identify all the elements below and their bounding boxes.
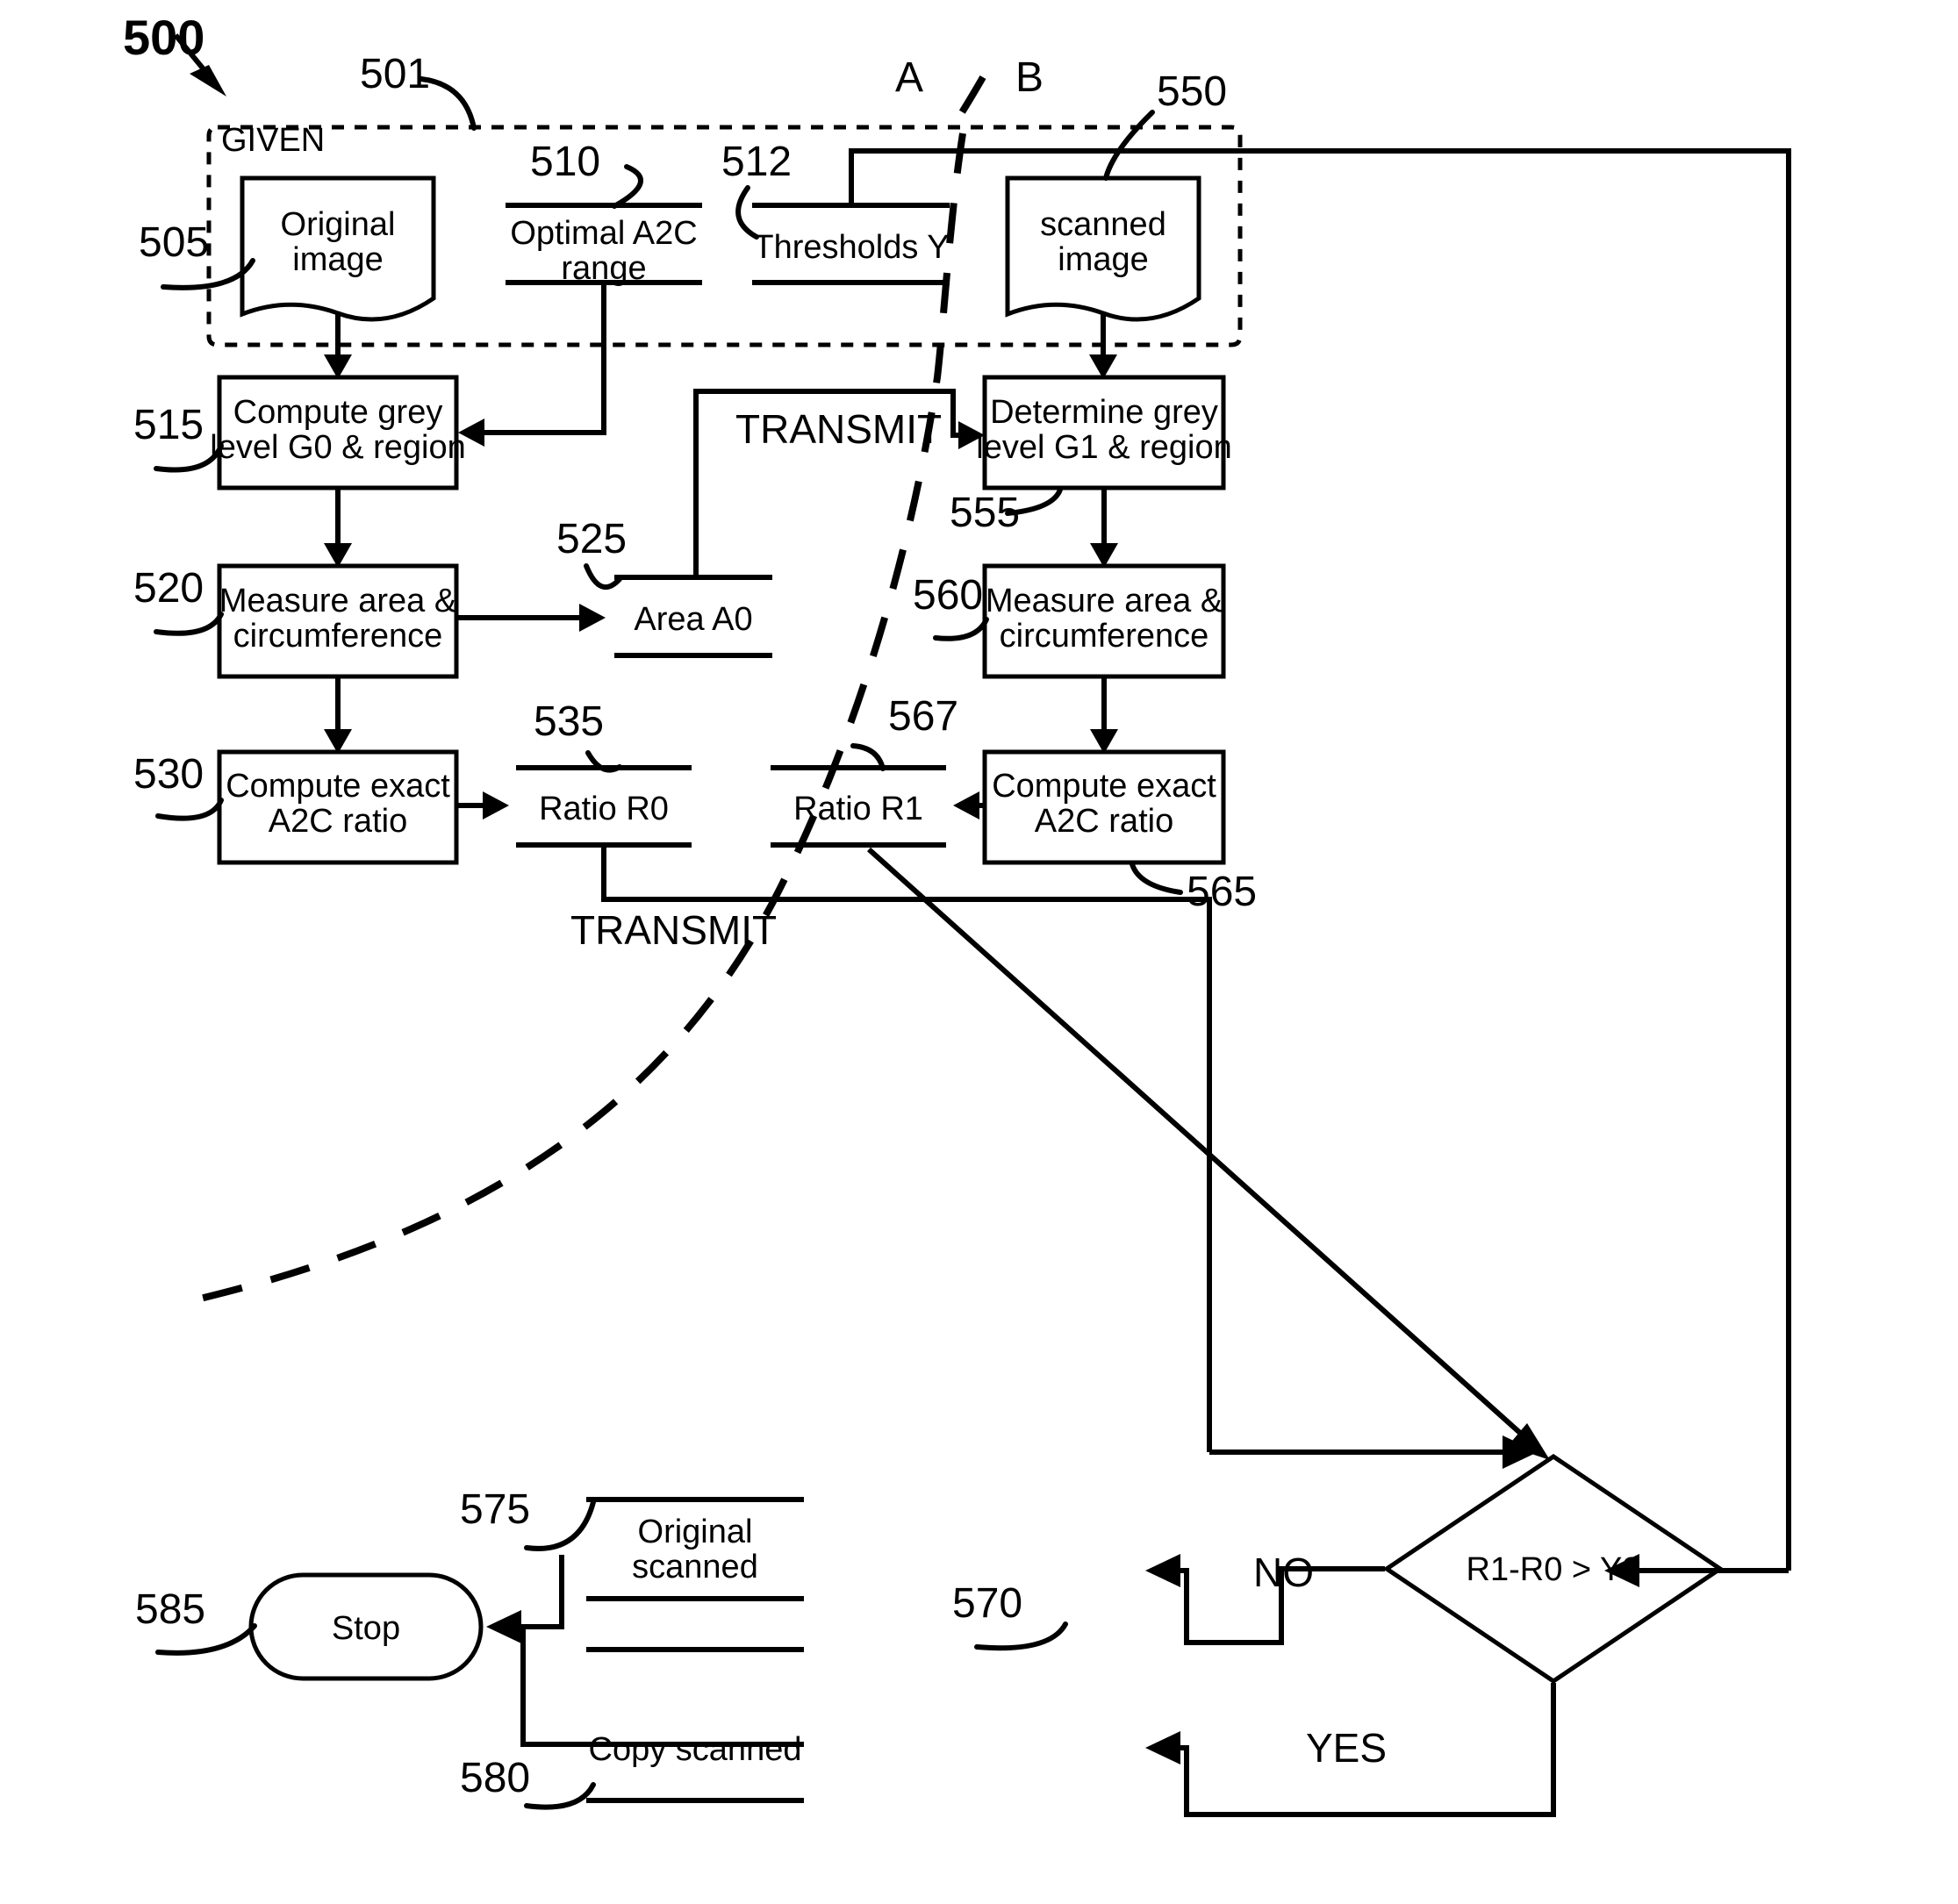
- patent-flowchart-figure-500: 500 GIVEN 501 Original image 505 Optimal…: [0, 0, 1958, 1904]
- flowchart-overlay: [0, 0, 1958, 1904]
